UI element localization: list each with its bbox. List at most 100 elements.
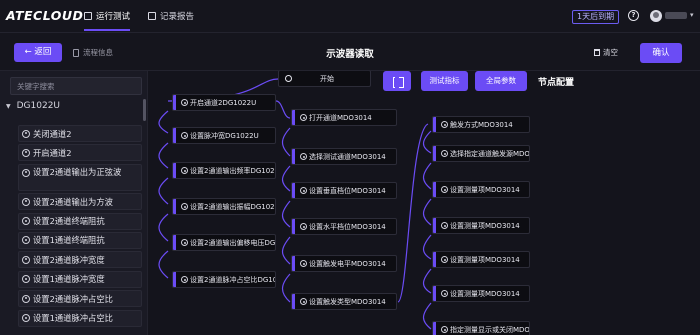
user-name-redacted[interactable] xyxy=(665,12,687,19)
trash-icon xyxy=(594,49,600,56)
gear-icon xyxy=(22,255,30,264)
flow-node[interactable]: 设置测量项MDO3014 xyxy=(432,181,530,198)
help-icon[interactable]: ? xyxy=(628,10,639,21)
flow-node[interactable]: 设置水平档位MDO3014 xyxy=(291,218,397,235)
flow-node[interactable]: 设置脉冲宽DG1022U xyxy=(172,127,276,144)
sidebar-item-list: 关闭通道2 开启通道2 设置2通道输出为正弦波 设置2通道输出为方波 设置2通道… xyxy=(18,125,142,329)
flow-node-label: 触发方式MDO3014 xyxy=(450,120,513,129)
gear-icon xyxy=(300,114,307,121)
flow-node[interactable]: 开启通道2DG1022U xyxy=(172,94,276,111)
confirm-button[interactable]: 确认 xyxy=(640,43,682,63)
sidebar-item-label: 设置2通道脉冲宽度 xyxy=(33,254,105,265)
gear-icon xyxy=(441,150,448,157)
report-icon xyxy=(148,12,156,20)
sidebar-item[interactable]: 设置2通道脉冲宽度 xyxy=(18,251,142,269)
flow-node[interactable]: 设置触发电平MDO3014 xyxy=(291,255,397,272)
flow-node-label: 设置触发电平MDO3014 xyxy=(309,259,386,268)
flow-node-label: 开始 xyxy=(320,74,334,83)
node-config-panel: 节点配置 xyxy=(530,71,700,335)
clear-button[interactable]: 清空 xyxy=(594,47,618,58)
app-root: ATECLOUD 运行测试 记录报告 1天后到期 ? ▾ ← 返回 流程信息 示… xyxy=(0,0,700,335)
sidebar-item[interactable]: 设置2通道输出为正弦波 xyxy=(18,163,142,191)
flow-node-label: 设置2通道输出振幅DG1022U xyxy=(190,202,276,211)
gear-icon xyxy=(441,326,448,333)
gear-icon xyxy=(22,129,30,138)
flow-node-label: 设置2通道脉冲占空比DG1022U xyxy=(190,275,275,284)
flow-node[interactable]: 设置测量项MDO3014 xyxy=(432,251,530,268)
global-params-button[interactable]: 全局参数 xyxy=(475,71,527,91)
flow-node-label: 设置垂直档位MDO3014 xyxy=(309,186,386,195)
sidebar-item[interactable]: 设置2通道脉冲占空比 xyxy=(18,290,142,308)
flow-node[interactable]: 设置2通道输出偏移电压DG1022U xyxy=(172,234,276,251)
editor-toolbar: ← 返回 流程信息 示波器读取 清空 确认 xyxy=(0,33,700,71)
flow-canvas[interactable]: 测试指标 全局参数 开始 开启通道2DG1022U 设置脉冲宽DG1022U 设… xyxy=(148,71,530,335)
flow-node-label: 指定测量显示或关闭MDO3014 xyxy=(450,325,530,334)
flow-node-label: 设置测量项MDO3014 xyxy=(450,255,520,264)
flow-node-label: 设置2通道输出频率DG1022U xyxy=(190,166,276,175)
nav-record-report-label: 记录报告 xyxy=(160,12,195,22)
top-bar: ATECLOUD 运行测试 记录报告 1天后到期 ? ▾ xyxy=(0,0,700,33)
sidebar-item-label: 开启通道2 xyxy=(33,147,72,158)
component-sidebar: ▼ DG1022U 关闭通道2 开启通道2 设置2通道输出为正弦波 设置2通道输… xyxy=(0,71,148,335)
gear-icon xyxy=(22,236,30,245)
flow-node[interactable]: 选择指定通道触发源MDO3014 xyxy=(432,145,530,162)
flow-node-label: 选择测试通道MDO3014 xyxy=(309,152,386,161)
sidebar-item-label: 设置1通道脉冲占空比 xyxy=(33,313,113,324)
flow-node[interactable]: 触发方式MDO3014 xyxy=(432,116,530,133)
avatar[interactable] xyxy=(650,10,662,22)
sidebar-item[interactable]: 关闭通道2 xyxy=(18,125,142,142)
nav-run-test[interactable]: 运行测试 xyxy=(84,10,130,22)
trial-expiry-badge[interactable]: 1天后到期 xyxy=(572,10,620,24)
flow-node-label: 设置测量项MDO3014 xyxy=(450,185,520,194)
flow-node[interactable]: 选择测试通道MDO3014 xyxy=(291,148,397,165)
sidebar-item-label: 关闭通道2 xyxy=(33,128,72,139)
sidebar-item[interactable]: 设置1通道终端阻抗 xyxy=(18,231,142,249)
nav-active-indicator xyxy=(84,29,130,31)
gear-icon xyxy=(181,99,188,106)
flow-node-label: 设置触发类型MDO3014 xyxy=(309,297,386,306)
flow-node[interactable]: 设置2通道输出振幅DG1022U xyxy=(172,198,276,215)
gear-icon xyxy=(441,290,448,297)
clear-button-label: 清空 xyxy=(603,48,618,57)
sidebar-item[interactable]: 设置1通道脉冲宽度 xyxy=(18,270,142,288)
sidebar-item-label: 设置2通道终端阻抗 xyxy=(33,216,105,227)
test-metrics-button[interactable]: 测试指标 xyxy=(421,71,468,91)
flow-node-label: 设置测量项MDO3014 xyxy=(450,289,520,298)
nav-run-test-label: 运行测试 xyxy=(96,12,131,22)
gear-icon xyxy=(22,275,30,284)
flow-node[interactable]: 设置2通道脉冲占空比DG1022U xyxy=(172,271,276,288)
monitor-icon xyxy=(84,12,92,20)
sidebar-item[interactable]: 设置2通道输出为方波 xyxy=(18,193,142,211)
gear-icon xyxy=(181,132,188,139)
flow-node[interactable]: 打开通道MDO3014 xyxy=(291,109,397,126)
flow-node-label: 开启通道2DG1022U xyxy=(190,98,257,107)
gear-icon xyxy=(300,153,307,160)
sidebar-item[interactable]: 设置1通道脉冲占空比 xyxy=(18,309,142,327)
sidebar-item[interactable]: 设置2通道终端阻抗 xyxy=(18,212,142,230)
sidebar-group-dg1022u[interactable]: ▼ DG1022U xyxy=(6,101,60,111)
sidebar-item[interactable]: 开启通道2 xyxy=(18,144,142,162)
flow-node[interactable]: 设置测量项MDO3014 xyxy=(432,217,530,234)
flow-node[interactable]: 指定测量显示或关闭MDO3014 xyxy=(432,321,530,335)
gear-icon xyxy=(22,197,30,206)
sidebar-scrollbar[interactable] xyxy=(143,99,146,121)
panel-title: 节点配置 xyxy=(538,78,575,88)
sidebar-item-label: 设置2通道输出为方波 xyxy=(33,196,113,207)
flow-node[interactable]: 设置触发类型MDO3014 xyxy=(291,293,397,310)
nav-record-report[interactable]: 记录报告 xyxy=(148,10,194,22)
gear-icon xyxy=(22,168,30,177)
gear-icon xyxy=(300,223,307,230)
flow-node[interactable]: 设置测量项MDO3014 xyxy=(432,285,530,302)
gear-icon xyxy=(441,186,448,193)
chevron-down-icon[interactable]: ▾ xyxy=(690,11,694,19)
gear-icon xyxy=(181,203,188,210)
flow-node-label: 设置测量项MDO3014 xyxy=(450,221,520,230)
flow-node[interactable]: 设置2通道输出频率DG1022U xyxy=(172,162,276,179)
fullscreen-button[interactable] xyxy=(383,71,411,91)
gear-icon xyxy=(181,276,188,283)
search-input[interactable] xyxy=(10,77,142,95)
flow-node[interactable]: 设置垂直档位MDO3014 xyxy=(291,182,397,199)
gear-icon xyxy=(181,239,188,246)
flow-node-label: 设置水平档位MDO3014 xyxy=(309,222,386,231)
flow-node-start[interactable]: 开始 xyxy=(278,71,371,87)
